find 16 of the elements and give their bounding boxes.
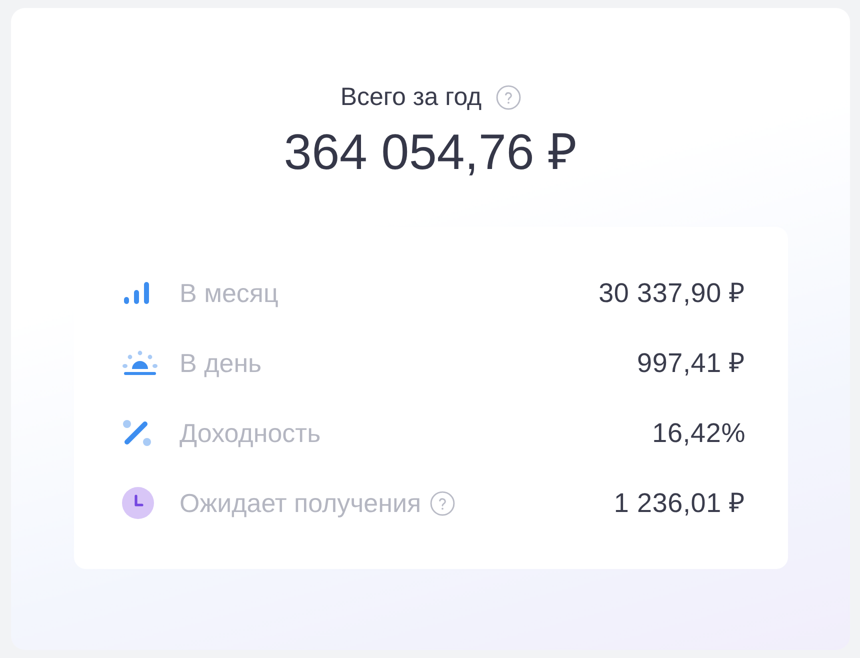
summary-title: Всего за год [340, 82, 482, 113]
help-icon[interactable] [496, 84, 521, 110]
percent-icon [122, 419, 152, 447]
row-value: 997,41 ₽ [637, 347, 746, 380]
row-label: В месяц [180, 277, 278, 310]
row-label: В день [180, 347, 262, 380]
row-value: 1 236,01 ₽ [614, 487, 746, 520]
row-value: 30 337,90 ₽ [598, 277, 746, 310]
clock-icon [122, 487, 154, 519]
row-label: Доходность [180, 417, 321, 450]
bar-chart-icon [122, 281, 152, 305]
sunrise-icon [122, 350, 158, 376]
total-amount: 364 054,76 ₽ [284, 123, 578, 181]
help-icon[interactable] [430, 490, 456, 516]
row-value: 16,42% [652, 417, 746, 450]
row-label: Ожидает получения [180, 487, 422, 520]
